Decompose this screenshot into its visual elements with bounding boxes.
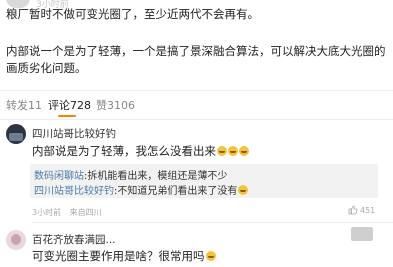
reply-text: :不知道兄弟们看出来了没有 xyxy=(114,186,238,197)
like-count: 451 xyxy=(360,206,376,215)
post-paragraph-1: 粮厂暂时不做可变光圈了，至少近两代不会再有。 xyxy=(6,7,259,21)
laugh-emoji-icon xyxy=(239,146,249,156)
reply-item: 数码闲聊站:拆机能看出来，模组还是薄不少 xyxy=(34,167,227,182)
reply-thread[interactable]: 数码闲聊站:拆机能看出来，模组还是薄不少 四川站哥比较好钓:不知道兄弟们看出来了… xyxy=(30,164,378,198)
smile-emoji-icon xyxy=(238,185,249,195)
reply-user[interactable]: 四川站哥比较好钓 xyxy=(34,186,114,197)
active-tab-indicator xyxy=(58,115,76,117)
divider xyxy=(32,222,393,223)
reply-item: 四川站哥比较好钓:不知道兄弟们看出来了没有 xyxy=(34,182,249,197)
commenter-avatar[interactable] xyxy=(6,124,26,144)
comment-time: 3小时前 xyxy=(32,208,62,217)
like-button[interactable]: 451 xyxy=(348,205,375,215)
laugh-emoji-icon xyxy=(217,146,227,156)
post-paragraph-2: 内部说一个是为了轻薄，一个是搞了景深融合算法，可以解决大底大光圈的画质劣化问题。 xyxy=(6,44,386,75)
commenter-avatar[interactable] xyxy=(6,230,26,250)
comment-location: 来自四川 xyxy=(69,208,102,217)
reply-text: :拆机能看出来，模组还是薄不少 xyxy=(84,171,228,182)
reply-user[interactable]: 数码闲聊站 xyxy=(34,171,84,182)
tab-repost[interactable]: 转发11 xyxy=(6,97,42,113)
laugh-emoji-icon xyxy=(228,146,238,156)
thumbs-up-icon xyxy=(348,205,358,215)
comment-image-thumbnail[interactable] xyxy=(351,227,373,241)
comment-text-content: 内部说是为了轻薄，我怎么没看出来 xyxy=(32,144,216,158)
smile-emoji-icon xyxy=(205,251,216,261)
comment-text: 可变光圈主要作用是啥？很常用吗 xyxy=(32,248,216,264)
tab-comment[interactable]: 评论728 xyxy=(48,97,91,113)
post-tabs: 转发11 评论728 赞3106 xyxy=(0,91,393,119)
comment-meta: 3小时前 来自四川 xyxy=(32,207,108,218)
comment-text: 内部说是为了轻薄，我怎么没看出来 xyxy=(32,143,249,159)
tab-like[interactable]: 赞3106 xyxy=(96,97,135,113)
commenter-name[interactable]: 百花齐放春满园... xyxy=(32,232,116,247)
divider xyxy=(0,119,393,120)
comment-text-content: 可变光圈主要作用是啥？很常用吗 xyxy=(32,249,205,263)
commenter-name[interactable]: 四川站哥比较好钓 xyxy=(32,126,116,141)
